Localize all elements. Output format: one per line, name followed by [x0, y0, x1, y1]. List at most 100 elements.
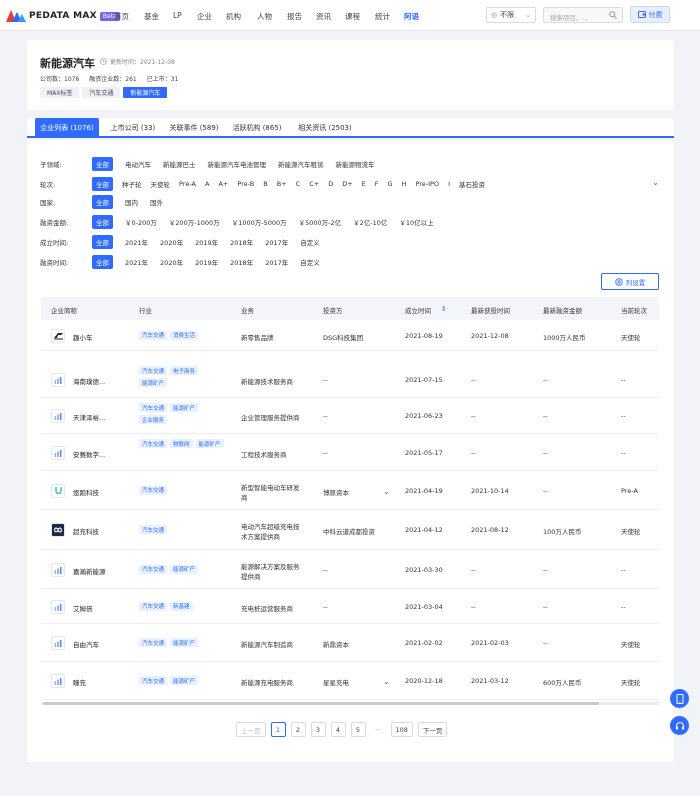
- filter-option[interactable]: 新能源物流车: [336, 159, 375, 169]
- next-page-button[interactable]: 下一页: [417, 722, 448, 737]
- table-row[interactable]: 安赛数字... 汽车交通 物联网 能源矿产 工程技术服务商 -- 2021-05-17 -- -…: [41, 434, 659, 471]
- filter-option[interactable]: ￥200万-1000万: [169, 217, 220, 227]
- filter-option[interactable]: 2021年: [125, 237, 148, 247]
- filter-option[interactable]: H: [402, 180, 407, 188]
- table-row[interactable]: 超充科技 汽车交通 电动汽车超级充电技 术方案提供商 中科云道成都投资 2021-04-1…: [41, 510, 659, 550]
- filter-option[interactable]: 种子轮: [122, 179, 142, 189]
- industry-tag[interactable]: 汽车交通: [139, 403, 168, 412]
- filter-option[interactable]: 天使轮: [151, 179, 171, 189]
- investor[interactable]: DSG科技集团: [323, 332, 363, 342]
- industry-tag[interactable]: 物联网: [170, 439, 193, 448]
- filter-option[interactable]: 2020年: [160, 257, 183, 267]
- industry-tag[interactable]: 消费生活: [170, 330, 199, 340]
- search-input[interactable]: 搜索项目、...: [543, 7, 623, 23]
- nav-item[interactable]: 人物: [257, 11, 272, 22]
- filter-option[interactable]: 2017年: [265, 257, 288, 267]
- company-name[interactable]: 趣小车: [73, 332, 93, 342]
- tab-news[interactable]: 相关资讯 (2503): [293, 118, 357, 138]
- investor[interactable]: 博原资本: [323, 487, 349, 497]
- filter-option[interactable]: 2020年: [160, 237, 183, 247]
- nav-item[interactable]: 资讯: [316, 11, 331, 22]
- tab-companies[interactable]: 企业列表 (1076): [35, 118, 99, 138]
- filter-option[interactable]: 全部: [92, 215, 113, 229]
- company-logo[interactable]: [51, 636, 65, 650]
- industry-tag[interactable]: 能源矿产: [195, 439, 224, 448]
- industry-tag[interactable]: 新基建: [170, 601, 193, 611]
- nav-item[interactable]: 首页: [114, 11, 129, 22]
- filter-option[interactable]: 基石投资: [459, 179, 485, 189]
- company-name[interactable]: 瞳充: [73, 677, 86, 687]
- industry-tag[interactable]: 能源矿产: [139, 378, 168, 387]
- tab-institutions[interactable]: 活跃机构 (865): [227, 118, 287, 138]
- region-select[interactable]: ◎ 不限 ⌄: [486, 7, 536, 23]
- company-name[interactable]: 悠跑科技: [73, 487, 99, 497]
- prev-page-button[interactable]: 上一页: [236, 722, 266, 737]
- filter-option[interactable]: 国内: [125, 197, 138, 207]
- company-name[interactable]: 超充科技: [73, 526, 99, 536]
- page-button[interactable]: 5: [350, 722, 366, 737]
- industry-tag[interactable]: 汽车交通: [139, 366, 168, 375]
- filter-option[interactable]: Pre-IPO: [415, 180, 439, 188]
- investor[interactable]: 星星充电: [323, 677, 349, 687]
- company-name[interactable]: 天津泽裕...: [73, 412, 105, 422]
- industry-tag[interactable]: 汽车交通: [139, 525, 168, 534]
- filter-option[interactable]: Pre-A: [179, 180, 196, 188]
- filter-option[interactable]: D+: [342, 180, 352, 188]
- industry-tag[interactable]: 电子商务: [170, 366, 199, 375]
- filter-option[interactable]: 2017年: [265, 237, 288, 247]
- filter-option[interactable]: I: [448, 180, 450, 188]
- company-logo[interactable]: [51, 523, 65, 537]
- horizontal-scrollbar[interactable]: [41, 702, 659, 705]
- nav-item[interactable]: 统计: [375, 11, 390, 22]
- filter-option[interactable]: C+: [309, 180, 319, 188]
- industry-tag[interactable]: 能源矿产: [170, 676, 199, 685]
- industry-tag[interactable]: 能源矿产: [170, 564, 199, 574]
- filter-option[interactable]: 自定义: [300, 237, 320, 247]
- nav-item[interactable]: 企业: [197, 11, 212, 22]
- filter-option[interactable]: Pre-B: [237, 180, 254, 188]
- table-row[interactable]: 自由汽车 汽车交通 能源矿产 新能源汽车制造商 新鼎资本 2021-02-02 2021-0…: [41, 624, 659, 662]
- sort-icon[interactable]: ⇕: [441, 305, 446, 313]
- industry-tag[interactable]: 汽车交通: [139, 564, 168, 574]
- filter-option[interactable]: 全部: [92, 157, 113, 171]
- company-logo[interactable]: [51, 409, 65, 423]
- investor[interactable]: 中科云道成都投资: [323, 526, 375, 536]
- company-name[interactable]: 海南璞德...: [73, 376, 105, 386]
- scrollbar-thumb[interactable]: [43, 702, 599, 705]
- industry-tag[interactable]: 汽车交通: [139, 485, 168, 495]
- nav-item[interactable]: 报告: [287, 11, 302, 22]
- filter-option[interactable]: 国外: [150, 197, 163, 207]
- company-logo[interactable]: [51, 674, 65, 688]
- filter-option[interactable]: 新能源汽车电池管理: [208, 159, 267, 169]
- page-button[interactable]: 4: [330, 722, 346, 737]
- pay-button[interactable]: 付费: [630, 6, 670, 23]
- breadcrumb-max-tag[interactable]: MAX标签: [40, 87, 80, 98]
- company-logo[interactable]: [51, 599, 65, 614]
- filter-option[interactable]: 新能源巴士: [163, 159, 196, 169]
- filter-option[interactable]: ￥10亿以上: [399, 217, 433, 227]
- filter-option[interactable]: 全部: [92, 177, 113, 191]
- table-row[interactable]: 悠跑科技 汽车交通 新型智能电动车研发商 博原资本 ⌄ 2021-04-19 2021-10…: [41, 471, 659, 510]
- investor[interactable]: --: [323, 566, 328, 574]
- table-row[interactable]: 瞳充 汽车交通 能源矿产 新能源充电服务商 星星充电 ⌄ 2020-12-18 2021-03…: [41, 662, 659, 700]
- investor[interactable]: --: [323, 376, 328, 384]
- column-settings-button[interactable]: 列设置: [601, 273, 659, 290]
- filter-option[interactable]: A+: [218, 180, 228, 188]
- company-logo[interactable]: [51, 483, 65, 498]
- filter-option[interactable]: C: [296, 180, 301, 188]
- breadcrumb-current[interactable]: 新能源汽车: [123, 87, 168, 98]
- nav-item[interactable]: 机构: [226, 11, 241, 22]
- filter-option[interactable]: 2018年: [230, 257, 253, 267]
- customer-service-button[interactable]: [670, 716, 689, 735]
- table-row[interactable]: 海南璞德... 汽车交通 电子商务 能源矿产 新能源技术服务商 -- 2021-07-15-…: [41, 361, 659, 398]
- nav-item[interactable]: 阿语: [404, 11, 419, 22]
- company-logo[interactable]: [51, 328, 65, 343]
- filter-option[interactable]: 全部: [92, 235, 113, 249]
- industry-tag[interactable]: 汽车交通: [139, 638, 168, 647]
- company-logo[interactable]: [51, 562, 65, 577]
- filter-option[interactable]: 全部: [92, 255, 113, 269]
- filter-option[interactable]: 电动汽车: [125, 159, 151, 169]
- search-icon[interactable]: [609, 11, 617, 19]
- company-name[interactable]: 自由汽车: [73, 639, 99, 649]
- industry-tag[interactable]: 汽车交通: [139, 439, 168, 448]
